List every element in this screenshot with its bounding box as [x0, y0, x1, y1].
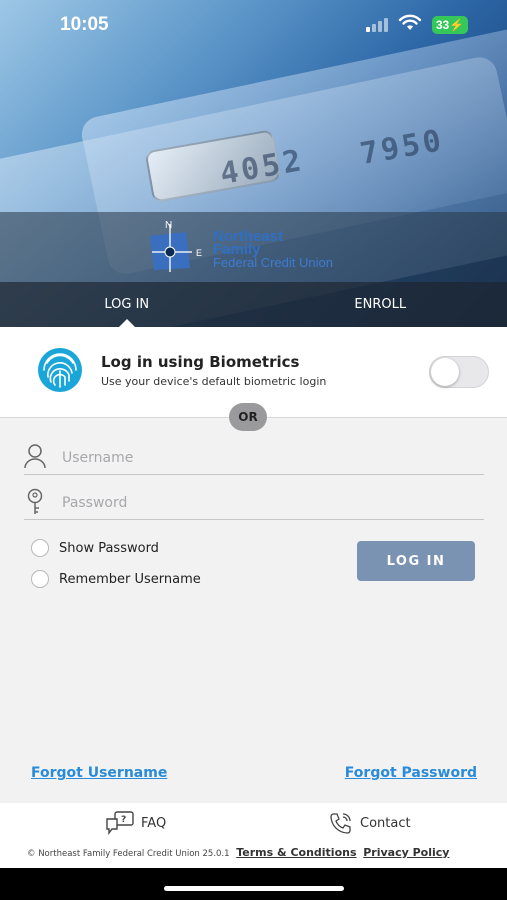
or-divider: OR: [229, 403, 267, 431]
show-password-label: Show Password: [59, 540, 159, 556]
home-bar: [0, 868, 507, 900]
forgot-username-link[interactable]: Forgot Username: [31, 765, 167, 781]
faq-button[interactable]: ? FAQ: [105, 811, 166, 835]
fingerprint-icon: [38, 348, 82, 392]
biometrics-subtitle: Use your device's default biometric logi…: [101, 375, 327, 388]
user-icon: [24, 444, 46, 469]
home-indicator[interactable]: [164, 886, 344, 891]
status-bar: 10:05 33⚡: [0, 0, 507, 50]
battery-icon: 33⚡: [432, 16, 468, 34]
show-password-radio[interactable]: [31, 539, 49, 557]
signal-icon: [366, 18, 388, 32]
password-field: [24, 486, 484, 520]
brand-logo: Northeast Family Federal Credit Union: [213, 229, 333, 270]
contact-label: Contact: [360, 815, 411, 831]
brand-line-3: Federal Credit Union: [213, 255, 333, 270]
phone-icon: [330, 813, 351, 834]
remember-username-label: Remember Username: [59, 571, 201, 587]
remember-username-option[interactable]: Remember Username: [31, 570, 201, 588]
privacy-link[interactable]: Privacy Policy: [363, 846, 449, 859]
wifi-icon: [398, 14, 422, 30]
tab-enroll[interactable]: ENROLL: [254, 282, 507, 327]
forgot-password-link[interactable]: Forgot Password: [345, 765, 477, 781]
tab-login[interactable]: LOG IN: [0, 282, 254, 327]
biometrics-title: Log in using Biometrics: [101, 353, 300, 371]
status-time: 10:05: [60, 14, 109, 35]
login-button[interactable]: LOG IN: [357, 541, 475, 581]
auth-tabs: LOG IN ENROLL: [0, 282, 507, 327]
svg-text:?: ?: [121, 815, 126, 825]
biometrics-toggle[interactable]: [429, 356, 489, 388]
battery-level: 33: [435, 18, 450, 32]
compass-east: E: [196, 248, 202, 258]
key-icon: [27, 488, 43, 514]
contact-button[interactable]: Contact: [328, 811, 411, 835]
remember-username-radio[interactable]: [31, 570, 49, 588]
footer: ? FAQ Contact © Northeast Family Federal…: [0, 803, 507, 868]
compass-logo-icon: N E: [150, 220, 202, 272]
compass-north: N: [165, 220, 172, 231]
toggle-knob: [431, 358, 459, 386]
copyright-line: © Northeast Family Federal Credit Union …: [27, 846, 449, 859]
copyright-text: © Northeast Family Federal Credit Union …: [27, 849, 230, 859]
faq-chat-icon: ?: [106, 811, 134, 835]
show-password-option[interactable]: Show Password: [31, 539, 159, 557]
password-input[interactable]: [62, 490, 472, 516]
username-input[interactable]: [62, 445, 472, 471]
faq-label: FAQ: [141, 815, 167, 831]
terms-link[interactable]: Terms & Conditions: [236, 846, 356, 859]
username-field: [24, 441, 484, 475]
